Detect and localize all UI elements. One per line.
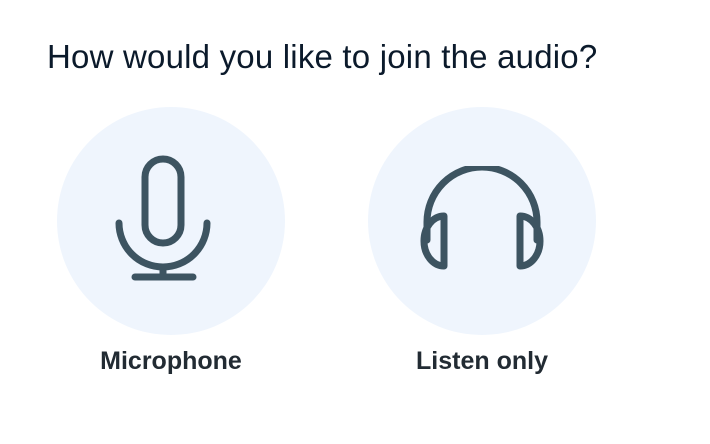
microphone-label: Microphone	[100, 347, 242, 375]
headphones-icon	[420, 166, 544, 270]
microphone-option[interactable]: Microphone	[57, 107, 285, 376]
listen-only-option[interactable]: Listen only	[368, 107, 596, 376]
listen-only-button[interactable]	[368, 107, 596, 335]
join-audio-dialog: How would you like to join the audio? Mi…	[0, 0, 710, 444]
microphone-icon	[115, 155, 211, 281]
dialog-title: How would you like to join the audio?	[47, 38, 598, 75]
microphone-button[interactable]	[57, 107, 285, 335]
listen-only-label: Listen only	[416, 347, 548, 375]
